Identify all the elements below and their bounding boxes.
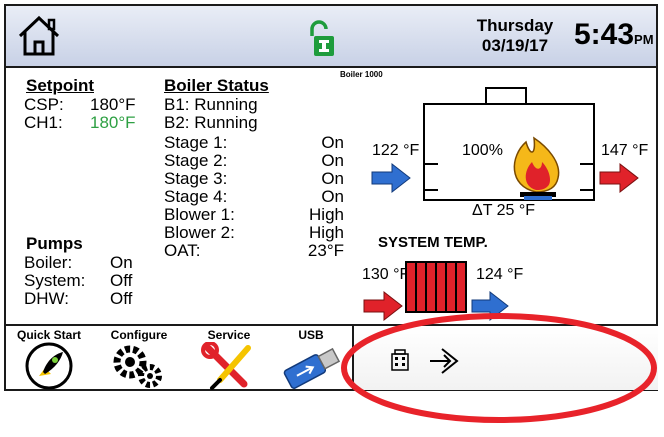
setpoint-row-csp[interactable]: CSP: 180°F: [24, 95, 136, 114]
quick-start-label: Quick Start: [16, 328, 82, 342]
status-value: On: [321, 187, 344, 206]
outlet-temp: 147 °F: [601, 142, 649, 159]
pump-row-system[interactable]: System: Off: [24, 271, 132, 290]
boiler-1-status: B1: Running: [164, 95, 258, 114]
status-label: Stage 4:: [164, 187, 228, 206]
radiator-icon: [405, 261, 467, 313]
pump-label: Boiler:: [24, 253, 73, 272]
status-value: On: [321, 133, 344, 152]
status-row-stage1: Stage 1: On: [164, 134, 344, 152]
boiler-status-title: Boiler Status: [164, 76, 269, 95]
boiler-2-status: B2: Running: [164, 113, 258, 132]
setpoint-value: 180°F: [90, 95, 136, 114]
boiler-body: [423, 103, 595, 201]
status-value: On: [321, 151, 344, 170]
service-label: Service: [207, 328, 251, 342]
status-value: On: [321, 169, 344, 188]
pumps-title: Pumps: [26, 234, 83, 253]
unlocked-padlock-icon[interactable]: [306, 20, 336, 58]
status-value: High: [309, 223, 344, 242]
highlight-ellipse: [341, 313, 657, 423]
status-row-stage2: Stage 2: On: [164, 152, 344, 170]
day-of-week: Thursday: [476, 16, 554, 35]
setpoint-row-ch1[interactable]: CH1: 180°F: [24, 113, 136, 132]
pump-row-dhw[interactable]: DHW: Off: [24, 289, 132, 308]
configure-label: Configure: [110, 328, 168, 342]
service-button[interactable]: Service: [190, 328, 268, 390]
status-row-stage4: Stage 4: On: [164, 188, 344, 206]
status-row-oat: OAT: 23°F: [164, 242, 344, 260]
setpoint-label: CSP:: [24, 95, 64, 114]
setpoint-title: Setpoint: [26, 76, 94, 95]
boiler-model-label: Boiler 1000: [340, 70, 383, 79]
status-label: Blower 1:: [164, 205, 235, 224]
pump-value: Off: [110, 271, 133, 290]
pump-label: DHW:: [24, 289, 70, 308]
clock: 5:43PM: [574, 18, 654, 52]
pump-label: System:: [24, 271, 86, 290]
inlet-arrow-blue: [371, 162, 411, 194]
system-temp-title: SYSTEM TEMP.: [378, 234, 488, 251]
status-label: Stage 3:: [164, 169, 228, 188]
clock-time: 5:43: [574, 18, 635, 51]
date-display: 03/19/17: [481, 36, 549, 55]
rocket-icon: [25, 342, 73, 390]
gears-icon: [113, 345, 162, 388]
status-row-stage3: Stage 3: On: [164, 170, 344, 188]
setpoint-label: CH1:: [24, 113, 63, 132]
status-value: High: [309, 205, 344, 224]
pump-row-boiler[interactable]: Boiler: On: [24, 253, 133, 272]
firing-rate: 100%: [462, 142, 503, 159]
status-value: 23°F: [307, 241, 344, 260]
header-bar: Thursday 03/19/17 5:43PM: [6, 6, 656, 68]
inlet-temp: 122 °F: [372, 142, 420, 159]
pump-value: On: [110, 253, 133, 272]
status-label: Blower 2:: [164, 223, 235, 242]
status-label: OAT:: [164, 241, 201, 260]
clock-meridiem: PM: [634, 32, 654, 47]
status-row-blower2: Blower 2: High: [164, 224, 344, 242]
pump-value: Off: [110, 289, 133, 308]
status-row-blower1: Blower 1: High: [164, 206, 344, 224]
home-icon[interactable]: [16, 14, 62, 58]
configure-button[interactable]: Configure: [100, 328, 178, 390]
usb-drive-icon: [283, 347, 341, 389]
setpoint-value: 180°F: [90, 113, 136, 132]
tools-icon: [201, 341, 251, 390]
quick-start-button[interactable]: Quick Start: [10, 328, 88, 390]
outlet-arrow-red: [599, 162, 639, 194]
status-label: Stage 2:: [164, 151, 228, 170]
boiler-vent: [485, 87, 527, 105]
delta-t: ΔT 25 °F: [472, 202, 536, 219]
status-label: Stage 1:: [164, 133, 228, 152]
